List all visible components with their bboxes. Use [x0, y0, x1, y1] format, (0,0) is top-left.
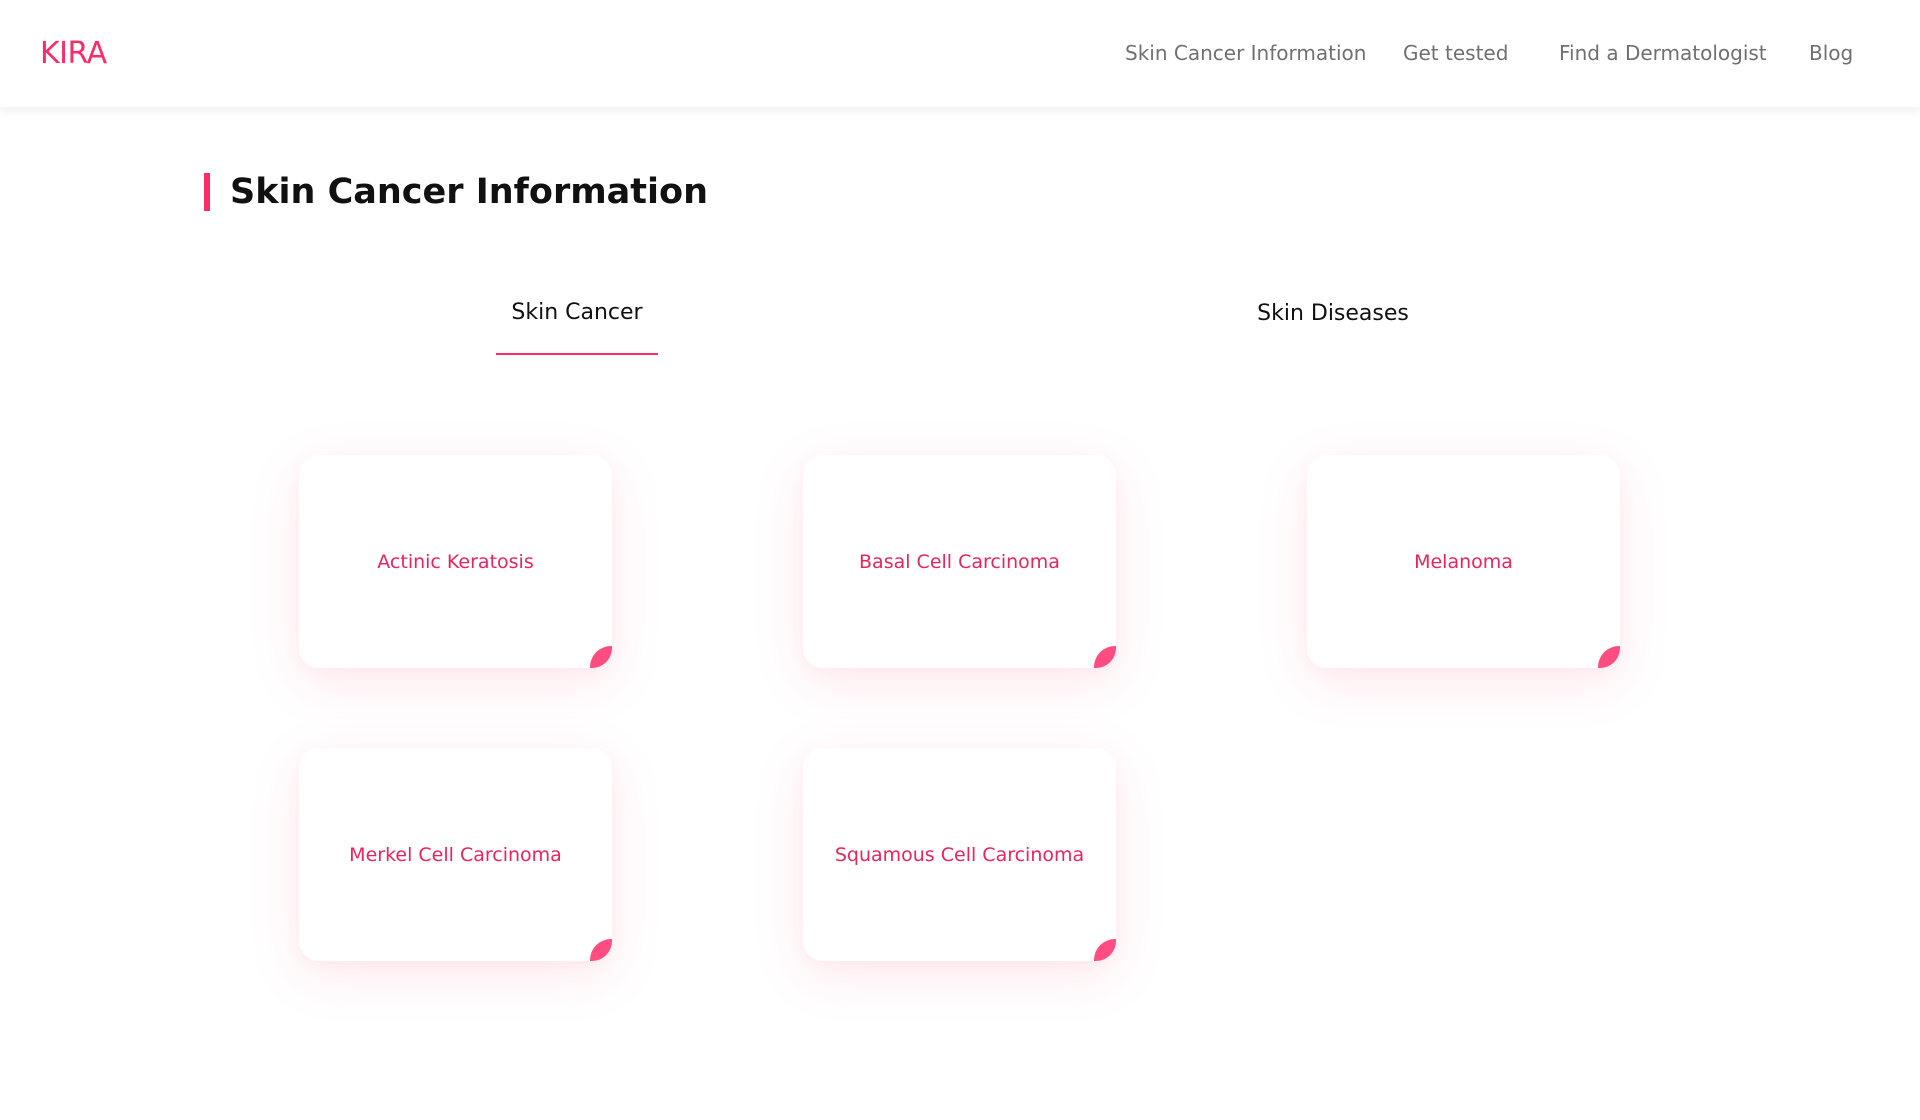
card-squamous-cell-carcinoma[interactable]: Squamous Cell Carcinoma [803, 748, 1116, 961]
top-navbar: KIRA Skin Cancer Information Get tested … [0, 0, 1920, 107]
tab-label: Skin Cancer [511, 300, 643, 325]
nav-link-find-a-dermatologist[interactable]: Find a Dermatologist [1559, 41, 1767, 65]
card-corner-decoration [1094, 939, 1116, 961]
card-melanoma[interactable]: Melanoma [1307, 455, 1620, 668]
card-corner-decoration [1598, 646, 1620, 668]
nav-link-blog[interactable]: Blog [1809, 41, 1853, 65]
title-accent-bar [204, 173, 210, 211]
nav-link-get-tested[interactable]: Get tested [1403, 41, 1508, 65]
card-corner-decoration [590, 646, 612, 668]
card-merkel-cell-carcinoma[interactable]: Merkel Cell Carcinoma [299, 748, 612, 961]
page: KIRA Skin Cancer Information Get tested … [0, 0, 1920, 1120]
card-label: Basal Cell Carcinoma [859, 550, 1060, 573]
tab-skin-diseases[interactable]: Skin Diseases [1240, 301, 1426, 356]
card-actinic-keratosis[interactable]: Actinic Keratosis [299, 455, 612, 668]
tab-label: Skin Diseases [1257, 301, 1409, 326]
card-basal-cell-carcinoma[interactable]: Basal Cell Carcinoma [803, 455, 1116, 668]
card-label: Melanoma [1414, 550, 1513, 573]
page-title: Skin Cancer Information [230, 172, 708, 212]
card-label: Squamous Cell Carcinoma [834, 843, 1085, 866]
tab-skin-cancer[interactable]: Skin Cancer [496, 300, 658, 355]
nav-link-skin-cancer-information[interactable]: Skin Cancer Information [1125, 41, 1366, 65]
card-label: Merkel Cell Carcinoma [349, 843, 562, 866]
card-corner-decoration [1094, 646, 1116, 668]
kira-logo[interactable]: KIRA [40, 36, 107, 71]
card-corner-decoration [590, 939, 612, 961]
card-label: Actinic Keratosis [377, 550, 534, 573]
